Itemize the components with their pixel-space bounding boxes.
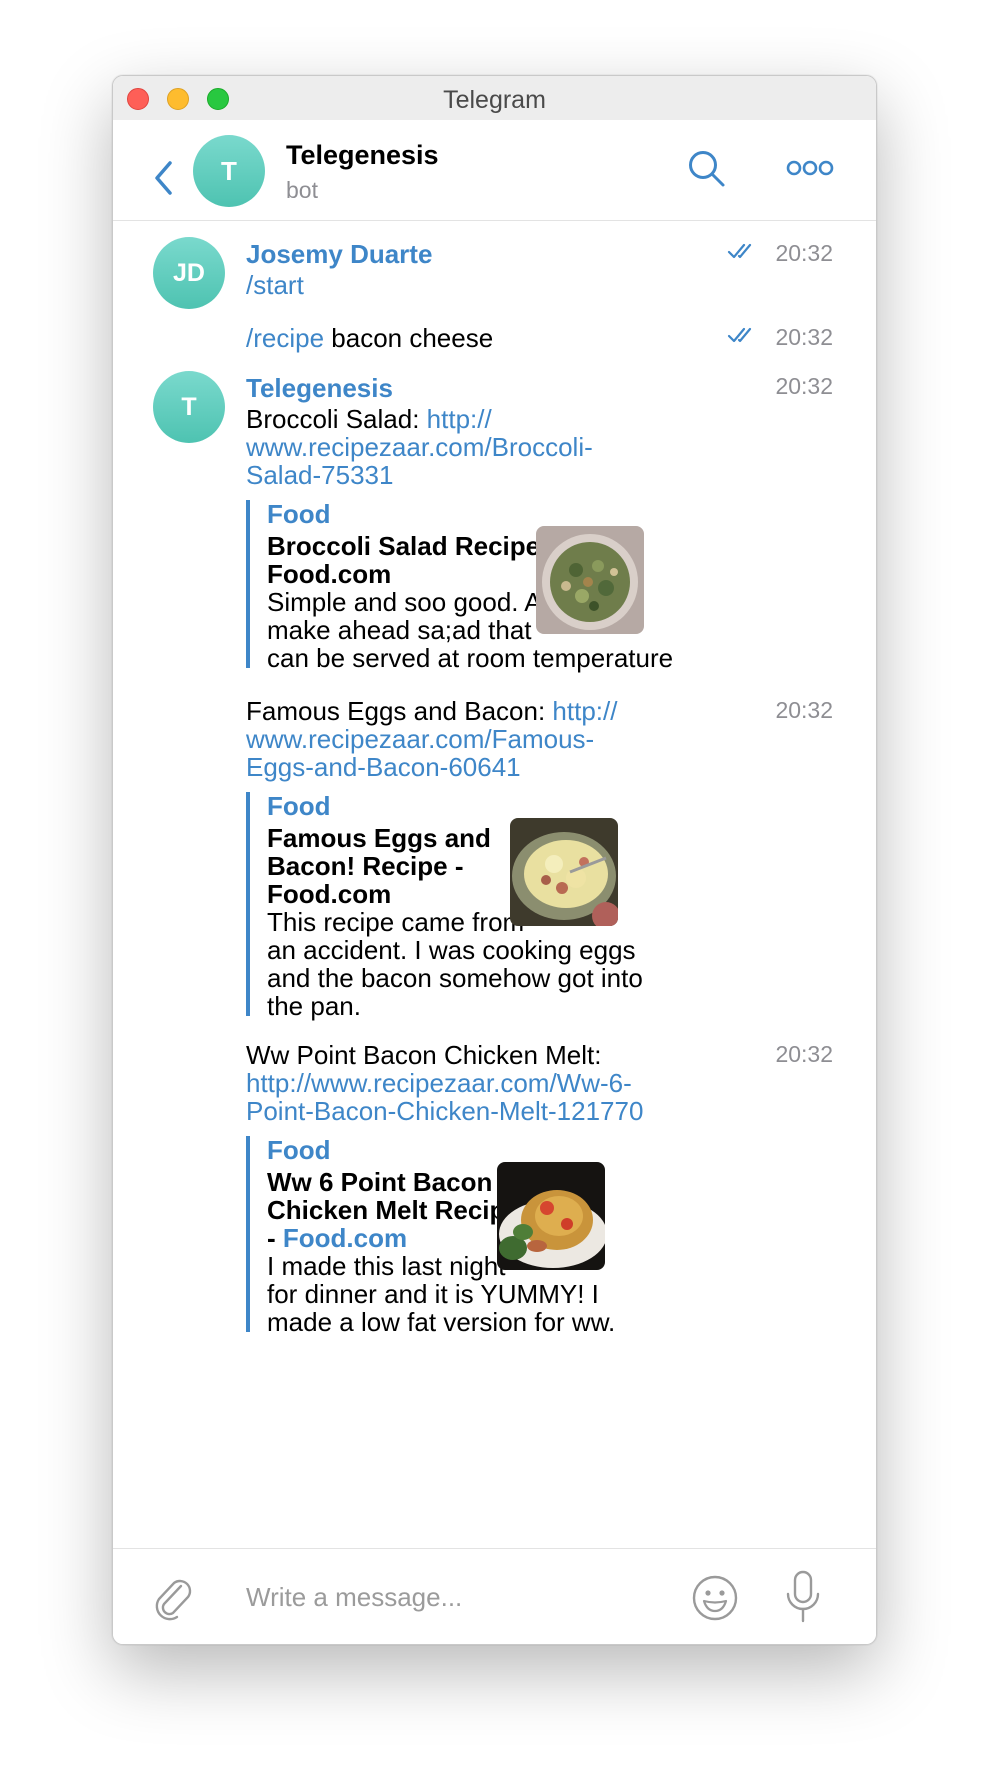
message-text: Famous Eggs and Bacon: http:// — [246, 696, 618, 726]
chat-status: bot — [286, 177, 318, 203]
recipe-link[interactable]: www.recipezaar.com/Broccoli- — [246, 432, 593, 463]
bot-command-link[interactable]: /start — [246, 270, 304, 300]
broccoli-salad-photo-image — [536, 526, 644, 634]
voice-record-button[interactable] — [783, 1569, 823, 1625]
read-checkmarks-icon — [727, 243, 752, 259]
search-button[interactable] — [686, 148, 728, 190]
message-time: 20:32 — [775, 697, 833, 723]
recipe-link[interactable]: http:// — [427, 404, 492, 434]
preview-site-name: Food — [267, 791, 331, 821]
recipe-link[interactable]: Eggs-and-Bacon-60641 — [246, 752, 521, 783]
preview-title-link[interactable]: Food.com — [267, 879, 391, 910]
search-icon — [689, 151, 725, 187]
preview-title: Ww 6 Point Bacon — [267, 1167, 493, 1197]
telegram-window: Telegram T Telegenesis bot JD Josemy Dua… — [112, 75, 877, 1645]
microphone-icon — [786, 1570, 820, 1623]
preview-title: Famous Eggs and — [267, 823, 491, 853]
chat-avatar[interactable]: T — [193, 135, 265, 207]
emoji-button[interactable] — [690, 1573, 740, 1623]
preview-description: Simple and soo good. A — [267, 587, 542, 617]
link-preview[interactable]: Food Famous Eggs and Bacon! Recipe - Foo… — [246, 791, 663, 1021]
back-button[interactable] — [151, 158, 177, 198]
chevron-left-icon — [155, 161, 172, 195]
window-title: Telegram — [443, 86, 546, 114]
read-checkmarks-icon — [727, 327, 752, 343]
preview-title: - Food.com — [267, 1223, 408, 1253]
message-list[interactable]: JD Josemy Duarte 20:32 /start /recipe ba… — [113, 221, 876, 1611]
emoji-icon — [692, 1575, 738, 1621]
link-preview[interactable]: Food Ww 6 Point Bacon Chicken Melt Recip… — [246, 1135, 663, 1337]
preview-description: made a low fat version for ww. — [267, 1307, 616, 1337]
message-text: Ww Point Bacon Chicken Melt: — [246, 1040, 602, 1070]
preview-description: I made this last night — [267, 1251, 506, 1281]
sender-name[interactable]: Josemy Duarte — [246, 239, 432, 270]
recipe-link[interactable]: Point-Bacon-Chicken-Melt-121770 — [246, 1096, 643, 1127]
preview-thumbnail[interactable] — [510, 818, 618, 926]
bot-command-link[interactable]: /recipe — [246, 323, 324, 353]
more-options-button[interactable] — [786, 156, 834, 180]
message-text: Broccoli Salad: http:// — [246, 404, 492, 434]
chat-title[interactable]: Telegenesis — [286, 140, 439, 171]
preview-description: for dinner and it is YUMMY! I — [267, 1279, 599, 1309]
preview-description: an accident. I was cooking eggs — [267, 935, 636, 965]
attach-button[interactable] — [151, 1574, 195, 1622]
preview-title: Chicken Melt Recipe — [267, 1195, 520, 1225]
preview-description: make ahead sa;ad that — [267, 615, 532, 645]
eggs-bacon-photo-image — [510, 818, 618, 926]
message-text: /recipe bacon cheese — [246, 323, 494, 353]
message-time: 20:32 — [775, 1041, 833, 1067]
message-time: 20:32 — [775, 240, 833, 266]
recipe-link[interactable]: Salad-75331 — [246, 460, 393, 491]
recipe-link[interactable]: www.recipezaar.com/Famous- — [246, 724, 594, 755]
chat-header: T Telegenesis bot — [113, 120, 876, 221]
sender-avatar[interactable]: T — [153, 371, 225, 443]
preview-title: Bacon! Recipe - — [267, 851, 464, 881]
sender-name[interactable]: Telegenesis — [246, 373, 393, 404]
message-text: /start — [246, 270, 304, 301]
link-preview[interactable]: Food Broccoli Salad Recipe - Food.com Si… — [246, 499, 673, 673]
message-input[interactable] — [246, 1577, 676, 1617]
chicken-melt-photo-image — [497, 1162, 605, 1270]
preview-thumbnail[interactable] — [497, 1162, 605, 1270]
title-bar: Telegram — [113, 76, 876, 121]
preview-title-link[interactable]: Food.com — [267, 559, 391, 590]
message-composer — [113, 1548, 876, 1644]
preview-title: Broccoli Salad Recipe - — [267, 531, 556, 561]
sender-avatar[interactable]: JD — [153, 237, 225, 309]
preview-description: can be served at room temperature — [267, 643, 674, 673]
preview-description: the pan. — [267, 991, 361, 1021]
message-time: 20:32 — [775, 373, 833, 399]
recipe-link[interactable]: http:// — [552, 696, 617, 726]
paperclip-icon — [155, 1579, 192, 1621]
preview-title-link[interactable]: Food.com — [283, 1223, 407, 1253]
more-dots-icon — [786, 160, 834, 176]
preview-thumbnail[interactable] — [536, 526, 644, 634]
preview-description: This recipe came from — [267, 907, 525, 937]
preview-site-name: Food — [267, 499, 331, 529]
recipe-link[interactable]: http://www.recipezaar.com/Ww-6- — [246, 1068, 632, 1099]
message-time: 20:32 — [775, 324, 833, 350]
preview-description: and the bacon somehow got into — [267, 963, 643, 993]
preview-site-name: Food — [267, 1135, 331, 1165]
